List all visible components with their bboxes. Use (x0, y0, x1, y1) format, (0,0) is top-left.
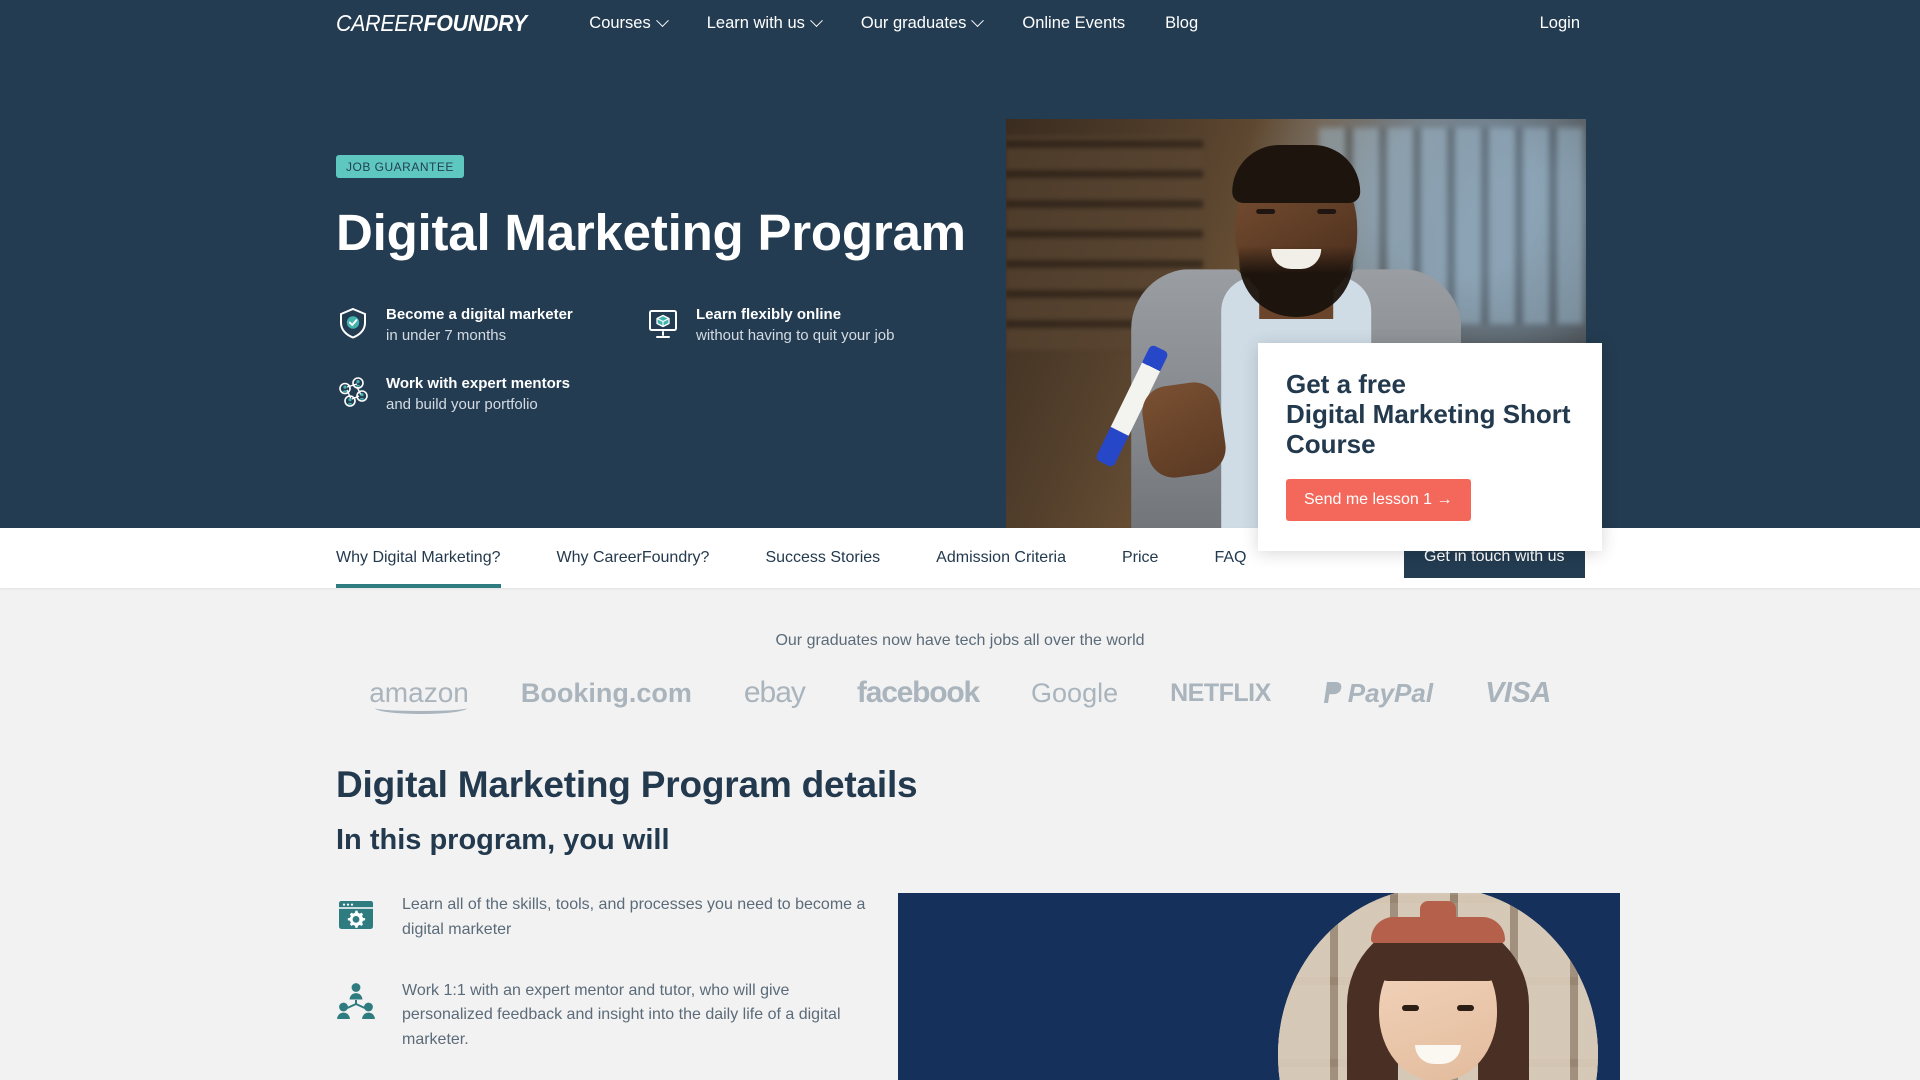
portrait-headband-knot (1420, 901, 1456, 931)
hero-feature-item: Become a digital marketer in under 7 mon… (336, 304, 646, 347)
subnav-label: Price (1121, 549, 1159, 566)
offer-card-line1: Get a free (1286, 369, 1406, 399)
hero-content: JOB GUARANTEE Digital Marketing Program … (336, 155, 976, 416)
hero-feature-text: Become a digital marketer in under 7 mon… (386, 304, 573, 347)
logo-career: CAREER (336, 10, 424, 36)
subnav-item-price[interactable]: Price (1094, 528, 1186, 588)
details-row: Learn all of the skills, tools, and proc… (336, 893, 1920, 1080)
nav-item-online-events[interactable]: Online Events (1002, 14, 1145, 33)
browser-gear-icon (336, 895, 376, 935)
section-navigation: Why Digital Marketing? Why CareerFoundry… (0, 528, 1920, 588)
login-link[interactable]: Login (1540, 14, 1580, 33)
program-video-card[interactable]: Digital Marketing (898, 893, 1620, 1080)
nav-item-our-graduates-label: Our graduates (860, 14, 967, 32)
portrait-bangs (1377, 939, 1499, 981)
free-course-card: Get a free Digital Marketing Short Cours… (1258, 343, 1602, 552)
chevron-down-icon (810, 14, 823, 28)
logo-foundry: FOUNDRY (423, 10, 527, 36)
mentor-people-icon (336, 981, 376, 1021)
logo-booking: Booking.com (520, 677, 692, 708)
hero-feature-subtitle: in under 7 months (386, 326, 507, 344)
logo-netflix: NETFLIX (1170, 678, 1271, 707)
nav-item-courses[interactable]: Courses (569, 14, 686, 33)
nav-item-online-events-label: Online Events (1022, 14, 1126, 32)
hero-feature-title: Become a digital marketer (386, 305, 573, 323)
nav-item-blog-label: Blog (1165, 14, 1199, 32)
nav-item-our-graduates[interactable]: Our graduates (841, 14, 1002, 33)
logo-visa: VISA (1485, 676, 1551, 709)
logos-row: amazon Booking.com ebay facebook Google … (0, 676, 1920, 714)
logo-paypal: PayPal (1323, 678, 1433, 709)
nav-item-blog[interactable]: Blog (1145, 14, 1218, 33)
mentor-network-icon (336, 375, 370, 409)
details-item-text: Work 1:1 with an expert mentor and tutor… (402, 981, 841, 1049)
nav-links: Courses Learn with us Our graduates Onli… (569, 14, 1218, 33)
nav-item-courses-label: Courses (589, 14, 651, 32)
page-title: Digital Marketing Program (336, 204, 966, 261)
details-subheading: In this program, you will (336, 824, 670, 856)
shield-check-icon (336, 306, 370, 340)
hero-feature-item: Learn flexibly online without having to … (646, 304, 956, 347)
nav-item-learn-with-us-label: Learn with us (706, 14, 805, 32)
portrait-eye-left (1402, 1005, 1419, 1011)
careerfoundry-logo[interactable]: CAREERFOUNDRY (336, 10, 527, 37)
hero-feature-list: Become a digital marketer in under 7 mon… (336, 304, 976, 416)
logo-paypal-text: PayPal (1347, 677, 1434, 708)
logo-amazon: amazon (369, 677, 469, 714)
subnav-label: Why Digital Marketing? (336, 549, 501, 566)
details-list-item: Learn all of the skills, tools, and proc… (336, 893, 866, 943)
logo-google: Google (1031, 677, 1119, 708)
chevron-down-icon (655, 14, 669, 28)
send-lesson-button[interactable]: Send me lesson 1 → (1286, 479, 1471, 522)
subnav-item-success-stories[interactable]: Success Stories (737, 528, 908, 588)
hero-feature-subtitle: without having to quit your job (696, 326, 895, 344)
hero-photo-hand (1139, 379, 1230, 482)
details-list: Learn all of the skills, tools, and proc… (336, 893, 866, 1080)
job-guarantee-badge: JOB GUARANTEE (336, 155, 464, 178)
section-nav-items: Why Digital Marketing? Why CareerFoundry… (336, 528, 1274, 588)
subnav-label: Admission Criteria (936, 549, 1066, 566)
hero-feature-title: Learn flexibly online (696, 305, 842, 323)
details-list-item: Work 1:1 with an expert mentor and tutor… (336, 979, 866, 1053)
hero-feature-text: Learn flexibly online without having to … (696, 304, 894, 347)
hero-feature-item: Work with expert mentors and build your … (336, 373, 646, 416)
logos-caption: Our graduates now have tech jobs all ove… (775, 632, 1145, 649)
subnav-item-admission-criteria[interactable]: Admission Criteria (908, 528, 1094, 588)
hero-section: CAREERFOUNDRY Courses Learn with us Our … (0, 0, 1920, 552)
logo-ebay: ebay (743, 676, 806, 709)
offer-card-line2: Digital Marketing Short Course (1286, 399, 1571, 460)
subnav-item-why-careerfoundry[interactable]: Why CareerFoundry? (529, 528, 738, 588)
hero-photo-eye-left (1256, 208, 1275, 214)
employer-logos-section: Our graduates now have tech jobs all ove… (0, 588, 1920, 714)
main-navigation: CAREERFOUNDRY Courses Learn with us Our … (0, 0, 1920, 47)
subnav-label: FAQ (1214, 549, 1247, 566)
hero-feature-subtitle: and build your portfolio (386, 395, 538, 413)
subnav-label: Why CareerFoundry? (556, 549, 710, 566)
hero-photo-hair (1232, 144, 1360, 203)
paypal-p-icon (1323, 682, 1342, 703)
hero-feature-text: Work with expert mentors and build your … (386, 373, 570, 416)
hero-photo-eye-right (1317, 208, 1336, 214)
portrait-eye-right (1457, 1005, 1474, 1011)
chevron-down-icon (971, 14, 985, 28)
details-heading: Digital Marketing Program details (336, 764, 918, 805)
hero-feature-title: Work with expert mentors (386, 374, 570, 392)
subnav-label: Success Stories (765, 549, 881, 566)
subnav-item-why-digital-marketing[interactable]: Why Digital Marketing? (336, 528, 529, 588)
hero-body: JOB GUARANTEE Digital Marketing Program … (0, 47, 1920, 552)
nav-item-learn-with-us[interactable]: Learn with us (687, 14, 841, 33)
monitor-package-icon (646, 306, 680, 340)
logo-facebook: facebook (856, 676, 980, 709)
details-item-text: Learn all of the skills, tools, and proc… (402, 896, 866, 938)
video-thumbnail-portrait (1278, 893, 1598, 1080)
program-details-section: Digital Marketing Program details In thi… (0, 710, 1920, 1080)
